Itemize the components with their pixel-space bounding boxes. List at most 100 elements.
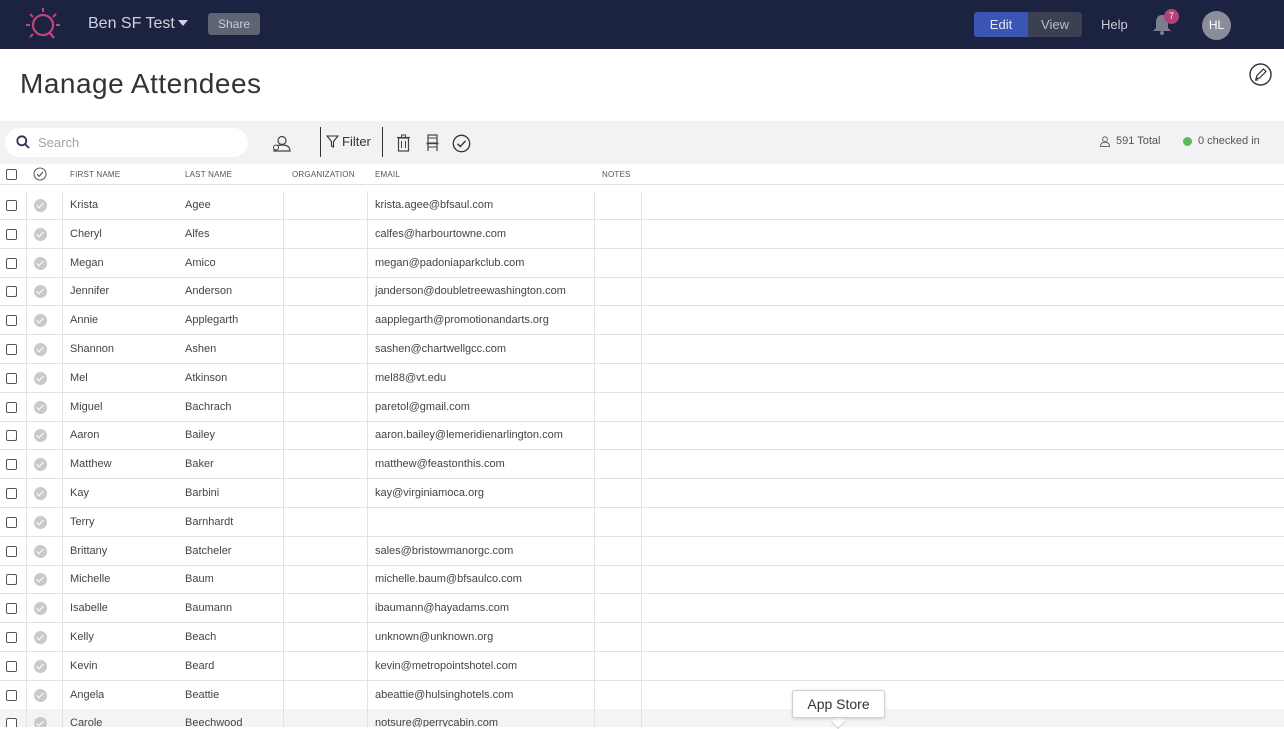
column-divider <box>641 709 642 727</box>
check-in-status-icon[interactable] <box>34 602 47 616</box>
table-row[interactable]: Matthew Baker matthew@feastonthis.com <box>0 450 1284 480</box>
row-select-checkbox[interactable] <box>6 660 17 672</box>
column-header-organization[interactable]: ORGANIZATION <box>292 170 355 179</box>
table-row[interactable]: Kay Barbini kay@virginiamoca.org <box>0 479 1284 508</box>
column-divider <box>641 651 642 680</box>
filter-button[interactable]: Filter <box>326 134 371 149</box>
row-select-checkbox[interactable] <box>6 689 17 701</box>
checked-in-label: 0 checked in <box>1198 135 1260 147</box>
table-row[interactable]: Isabelle Baumann ibaumann@hayadams.com <box>0 594 1284 624</box>
user-avatar[interactable]: HL <box>1202 11 1231 40</box>
view-button[interactable]: View <box>1028 12 1082 37</box>
column-divider <box>641 507 642 536</box>
table-row[interactable]: Megan Amico megan@padoniaparkclub.com <box>0 248 1284 278</box>
row-select-checkbox[interactable] <box>6 372 17 384</box>
add-attendee-icon[interactable] <box>272 135 292 152</box>
app-logo-icon[interactable] <box>24 6 62 44</box>
column-header-last-name[interactable]: LAST NAME <box>185 170 232 179</box>
column-divider <box>62 450 63 479</box>
table-row[interactable]: Carole Beechwood notsure@perrycabin.com <box>0 709 1284 727</box>
row-select-checkbox[interactable] <box>6 545 17 557</box>
column-divider <box>367 536 368 565</box>
row-select-checkbox[interactable] <box>6 315 17 327</box>
table-row[interactable]: Brittany Batcheler sales@bristowmanorgc.co… <box>0 536 1284 566</box>
row-select-checkbox[interactable] <box>6 459 17 471</box>
email-cell: kay@virginiamoca.org <box>375 487 484 499</box>
row-select-checkbox[interactable] <box>6 516 17 528</box>
share-button[interactable]: Share <box>208 13 260 35</box>
column-divider <box>641 450 642 479</box>
column-divider <box>283 248 284 277</box>
row-select-checkbox[interactable] <box>6 200 17 211</box>
column-divider <box>641 623 642 651</box>
row-select-checkbox[interactable] <box>6 574 17 586</box>
row-select-checkbox[interactable] <box>6 632 17 643</box>
column-divider <box>641 392 642 421</box>
check-in-icon[interactable] <box>452 134 471 153</box>
check-in-status-icon[interactable] <box>34 487 47 500</box>
table-row[interactable]: Shannon Ashen sashen@chartwellgcc.com <box>0 335 1284 364</box>
table-row[interactable]: Jennifer Anderson janderson@doubletreewash… <box>0 277 1284 307</box>
check-in-status-icon[interactable] <box>34 429 47 443</box>
select-all-checkbox[interactable] <box>6 169 17 180</box>
column-divider <box>26 363 27 392</box>
search-input[interactable] <box>38 133 238 152</box>
check-in-status-icon[interactable] <box>34 544 47 558</box>
column-divider <box>594 363 595 392</box>
column-divider <box>367 709 368 727</box>
row-select-checkbox[interactable] <box>6 488 17 499</box>
column-header-notes[interactable]: NOTES <box>602 170 631 179</box>
first-name-cell: Cheryl <box>70 227 102 240</box>
first-name-cell: Kevin <box>70 659 98 672</box>
trash-icon[interactable] <box>396 134 411 152</box>
table-row[interactable]: Miguel Bachrach paretol@gmail.com <box>0 392 1284 422</box>
column-divider <box>283 277 284 306</box>
check-in-status-icon[interactable] <box>34 659 47 673</box>
event-dropdown-chevron-down-icon[interactable] <box>178 20 188 26</box>
table-row[interactable]: Aaron Bailey aaron.bailey@lemeridienarling… <box>0 421 1284 451</box>
table-row[interactable]: Kelly Beach unknown@unknown.org <box>0 623 1284 652</box>
column-divider <box>594 594 595 623</box>
table-row[interactable]: Kevin Beard kevin@metropointshotel.com <box>0 651 1284 681</box>
column-divider <box>594 680 595 709</box>
edit-pencil-icon[interactable] <box>1249 63 1272 86</box>
row-select-checkbox[interactable] <box>6 257 17 269</box>
check-in-status-icon[interactable] <box>34 285 47 299</box>
row-select-checkbox[interactable] <box>6 286 17 298</box>
check-in-status-icon[interactable] <box>34 371 47 385</box>
seating-chair-icon[interactable] <box>425 134 440 152</box>
check-in-status-icon[interactable] <box>34 717 47 727</box>
check-in-status-icon[interactable] <box>34 573 47 587</box>
check-in-status-icon[interactable] <box>34 227 47 241</box>
event-title[interactable]: Ben SF Test <box>88 15 175 33</box>
check-in-status-icon[interactable] <box>34 400 47 414</box>
check-in-status-icon[interactable] <box>34 631 47 644</box>
first-name-cell: Annie <box>70 314 99 327</box>
help-link[interactable]: Help <box>1101 17 1128 32</box>
table-row[interactable]: Krista Agee krista.agee@bfsaul.com <box>0 191 1284 220</box>
table-row[interactable]: Angela Beattie abeattie@hulsinghotels.com <box>0 680 1284 710</box>
table-row[interactable]: Annie Applegarth aapplegarth@promotionanda… <box>0 306 1284 336</box>
table-row[interactable]: Cheryl Alfes calfes@harbourtowne.com <box>0 219 1284 249</box>
row-select-checkbox[interactable] <box>6 430 17 442</box>
check-in-status-icon[interactable] <box>34 688 47 702</box>
column-divider <box>641 479 642 507</box>
column-header-first-name[interactable]: FIRST NAME <box>70 170 120 179</box>
table-row[interactable]: Mel Atkinson mel88@vt.edu <box>0 363 1284 393</box>
check-in-status-icon[interactable] <box>34 515 47 529</box>
check-in-status-icon[interactable] <box>34 256 47 270</box>
row-select-checkbox[interactable] <box>6 603 17 615</box>
edit-button[interactable]: Edit <box>974 12 1028 37</box>
check-in-status-icon[interactable] <box>34 314 47 328</box>
row-select-checkbox[interactable] <box>6 718 17 727</box>
column-divider <box>62 219 63 248</box>
table-row[interactable]: Michelle Baum michelle.baum@bfsaulco.com <box>0 565 1284 595</box>
row-select-checkbox[interactable] <box>6 228 17 240</box>
column-header-email[interactable]: EMAIL <box>375 170 400 179</box>
check-in-status-icon[interactable] <box>34 458 47 472</box>
row-select-checkbox[interactable] <box>6 401 17 413</box>
check-in-status-icon[interactable] <box>34 343 47 356</box>
row-select-checkbox[interactable] <box>6 344 17 355</box>
table-row[interactable]: Terry Barnhardt <box>0 507 1284 537</box>
check-in-status-icon[interactable] <box>34 199 47 212</box>
